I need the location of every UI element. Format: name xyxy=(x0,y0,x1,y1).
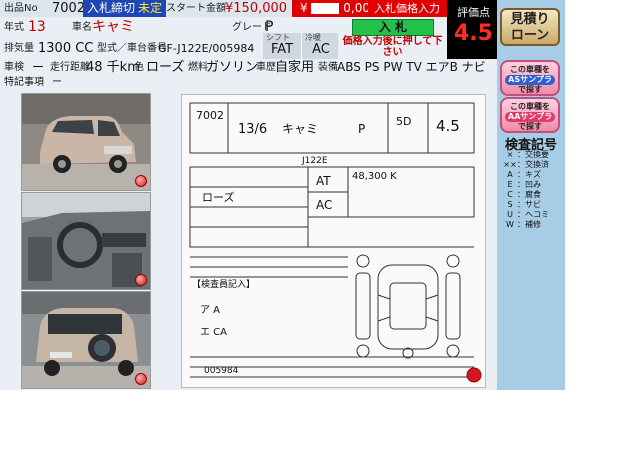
chassis-label: 型式／車台番号 xyxy=(97,43,167,54)
legend-item: W ：補修 xyxy=(506,220,541,229)
inspection-label: 車検 xyxy=(4,62,24,73)
sheet-trans: AT xyxy=(316,174,331,188)
sheet-note-2: エ CA xyxy=(200,327,227,338)
start-price: ¥150,000 xyxy=(225,1,288,16)
zoom-icon[interactable] xyxy=(135,274,147,286)
zoom-icon[interactable] xyxy=(135,175,147,187)
photo-front[interactable] xyxy=(21,93,151,191)
lot-label: 出品No xyxy=(4,3,38,14)
mileage-label: 走行距離 xyxy=(50,62,90,73)
sheet-mileage: 48,300 K xyxy=(352,171,397,182)
bid-status-text: 入札締切 xyxy=(87,1,136,15)
search-aa-button[interactable]: この車種を AAサンプラ で探す xyxy=(500,97,560,133)
color-value: ローズ xyxy=(146,60,185,75)
legend-item: S ：サビ xyxy=(507,200,541,209)
bid-status-undecided: 未定 xyxy=(138,1,163,15)
shift-label: シフト xyxy=(266,33,290,42)
bid-input-label: 入札価格入力 xyxy=(368,0,447,17)
sheet-name: キャミ xyxy=(282,122,318,136)
year-value: 13 xyxy=(28,19,46,35)
sheet-year: 13/6 xyxy=(238,122,267,137)
legend-item: U ：ヘコミ xyxy=(507,210,549,219)
as-sampler-badge: ASサンプラ xyxy=(505,75,555,85)
bid-area: 入 札 価格入力後に押して下さい xyxy=(338,17,447,59)
model-value: キャミ xyxy=(92,19,134,35)
sheet-doors: 5D xyxy=(396,115,411,128)
sheet-footer-no: 005984 xyxy=(204,366,239,376)
mileage-value: 48 千km xyxy=(86,60,140,75)
shift-value: FAT xyxy=(270,42,294,57)
color-label: 色 xyxy=(134,62,144,73)
quote-loan-button[interactable]: 見積り ローン xyxy=(500,8,560,46)
displacement-value: 1300 CC xyxy=(38,41,94,56)
bid-button[interactable]: 入 札 xyxy=(352,19,434,36)
lot-number: 7002 xyxy=(52,1,86,16)
search-as-button[interactable]: この車種を ASサンプラ で探す xyxy=(500,60,560,96)
score-value: 4.5 xyxy=(454,21,493,46)
quote-loan-label: 見積り ローン xyxy=(510,12,550,43)
notes-value: ー xyxy=(52,77,62,88)
equipment-label: 装備 xyxy=(318,62,338,73)
bid-status-badge: 入札締切 未定 xyxy=(83,0,167,17)
start-price-label: スタート金額 xyxy=(166,3,226,14)
bid-note: 価格入力後に押して下さい xyxy=(342,36,443,58)
notes-label: 特記事項 xyxy=(4,77,44,88)
model-label: 車名 xyxy=(72,22,92,33)
sheet-section: 【検査員記入】 xyxy=(192,278,255,290)
displacement-label: 排気量 xyxy=(4,43,34,54)
sheet-ac: AC xyxy=(316,198,332,212)
legend-list: × ：交換要 ××：交換済 A ：キズ E ：凹み C ：腐食 S ：サビ U ：ヘコミ W… xyxy=(503,150,563,230)
legend-item: × ：交換要 xyxy=(506,150,549,159)
bid-price-field[interactable] xyxy=(311,3,340,14)
sheet-score: 4.5 xyxy=(436,117,460,135)
legend-item: C ：腐食 xyxy=(507,190,541,199)
sheet-color: ローズ xyxy=(202,190,234,204)
zoom-icon[interactable] xyxy=(135,373,147,385)
legend-item: A ：キズ xyxy=(507,170,541,179)
photo-rear[interactable] xyxy=(21,291,151,389)
aa-sampler-badge: AAサンプラ xyxy=(504,112,556,122)
fuel-value: ガソリン xyxy=(206,60,259,75)
equipment-value: ABS PS PW TV エアB ナビ xyxy=(337,60,486,74)
inspection-value: ー xyxy=(32,60,45,74)
year-label: 年式 xyxy=(4,22,24,33)
ac-cell: 冷暖 AC xyxy=(302,33,340,59)
auction-sheet[interactable]: 7002 13/6 キャミ P 5D 4.5 J122E 48,300 K ロー… xyxy=(181,94,486,388)
ac-label: 冷暖 xyxy=(305,33,321,42)
right-sidebar: 見積り ローン この車種を ASサンプラ で探す この車種を AAサンプラ で探… xyxy=(497,0,565,390)
sheet-chassis: J122E xyxy=(301,156,328,166)
score-box: 評価点 4.5 xyxy=(447,0,500,59)
ac-value: AC xyxy=(312,42,330,57)
usage-value: 自家用 xyxy=(275,60,315,75)
fuel-label: 燃料 xyxy=(188,62,208,73)
vehicle-row-3: 車検 ー 走行距離 48 千km 色 ローズ 燃料 ガソリン 車歴 自家用 装備… xyxy=(0,59,497,76)
zoom-icon[interactable] xyxy=(466,367,482,383)
usage-label: 車歴 xyxy=(256,62,276,73)
sheet-lot-no: 7002 xyxy=(196,109,224,122)
sheet-note-1: ア A xyxy=(200,305,220,316)
content-area: 7002 13/6 キャミ P 5D 4.5 J122E 48,300 K ロー… xyxy=(0,90,497,390)
bid-price-input[interactable]: ¥ 0,000 xyxy=(292,0,378,17)
vehicle-row-4: 特記事項 ー xyxy=(0,76,497,90)
chassis-value: GF-J122E/005984 xyxy=(158,42,255,55)
shift-cell: シフト FAT xyxy=(263,33,301,59)
legend-item: E ：凹み xyxy=(507,180,541,189)
score-label: 評価点 xyxy=(457,6,490,19)
legend-item: ××：交換済 xyxy=(503,160,549,169)
sheet-grade: P xyxy=(358,122,365,136)
photo-interior[interactable] xyxy=(21,192,151,290)
vehicle-row-2: 排気量 1300 CC 型式／車台番号 GF-J122E/005984 xyxy=(0,38,300,59)
